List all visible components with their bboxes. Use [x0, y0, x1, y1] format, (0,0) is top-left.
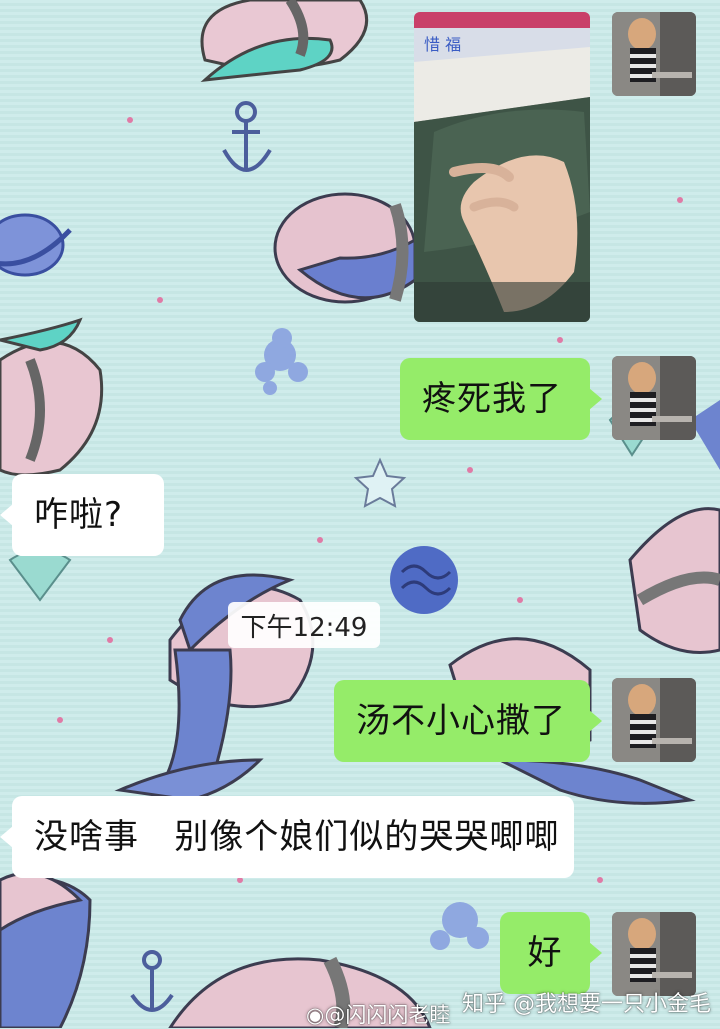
avatar[interactable] — [612, 678, 696, 762]
message-bubble-other[interactable]: 咋啦? — [0, 474, 164, 556]
message-bubble-other[interactable]: 没啥事 别像个娘们似的哭哭唧唧 — [0, 796, 574, 878]
chat-area: 惜 福 疼死我了 咋啦? 下午12:49 汤不小心撒了 没啥事 别像个娘们似的哭… — [0, 0, 720, 1028]
weibo-icon: ◉ — [306, 1003, 325, 1027]
timestamp: 下午12:49 — [228, 602, 380, 648]
message-text: 没啥事 别像个娘们似的哭哭唧唧 — [34, 817, 560, 857]
message-text: 好 — [527, 933, 563, 973]
message-image[interactable]: 惜 福 — [414, 12, 590, 322]
weibo-watermark: ◉@闪闪闪老睦 — [306, 1003, 451, 1027]
avatar[interactable] — [612, 356, 696, 440]
message-text: 咋啦? — [34, 495, 124, 535]
message-bubble-self[interactable]: 疼死我了 — [400, 358, 602, 440]
message-text: 汤不小心撒了 — [356, 701, 566, 741]
message-bubble-self[interactable]: 好 — [500, 912, 602, 994]
avatar[interactable] — [612, 12, 696, 96]
photo-sign-text: 惜 福 — [424, 35, 461, 54]
avatar[interactable] — [612, 912, 696, 996]
zhihu-watermark: 知乎 @我想要一只小金毛 — [462, 992, 711, 1017]
message-bubble-self[interactable]: 汤不小心撒了 — [334, 680, 602, 762]
message-text: 疼死我了 — [422, 379, 562, 419]
